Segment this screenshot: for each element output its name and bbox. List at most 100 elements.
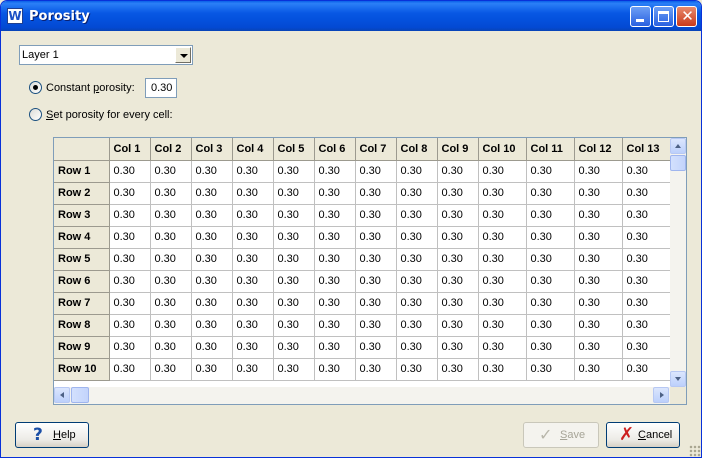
- grid-cell[interactable]: 0.30: [526, 314, 575, 337]
- grid-cell[interactable]: 0.30: [355, 204, 397, 227]
- minimize-button[interactable]: [630, 6, 651, 27]
- row-header[interactable]: Row 8: [54, 314, 110, 337]
- grid-cell[interactable]: 0.30: [273, 336, 315, 359]
- grid-cell[interactable]: 0.30: [109, 314, 151, 337]
- grid-cell[interactable]: 0.30: [273, 270, 315, 293]
- grid-cell[interactable]: 0.30: [355, 270, 397, 293]
- grid-cell[interactable]: 0.30: [232, 204, 274, 227]
- grid-cell[interactable]: 0.30: [574, 204, 623, 227]
- grid-cell[interactable]: 0.30: [478, 248, 527, 271]
- grid-cell[interactable]: 0.30: [355, 358, 397, 381]
- column-header[interactable]: Col 9: [437, 138, 479, 161]
- row-header[interactable]: Row 4: [54, 226, 110, 249]
- grid-cell[interactable]: 0.30: [314, 248, 356, 271]
- grid-cell[interactable]: 0.30: [396, 314, 438, 337]
- row-header[interactable]: Row 9: [54, 336, 110, 359]
- grid-cell[interactable]: 0.30: [622, 160, 671, 183]
- column-header[interactable]: Col 4: [232, 138, 274, 161]
- grid-cell[interactable]: 0.30: [437, 204, 479, 227]
- grid-cell[interactable]: 0.30: [478, 292, 527, 315]
- grid-cell[interactable]: 0.30: [232, 248, 274, 271]
- grid-cell[interactable]: 0.30: [526, 160, 575, 183]
- grid-cell[interactable]: 0.30: [478, 314, 527, 337]
- grid-cell[interactable]: 0.30: [396, 248, 438, 271]
- grid-cell[interactable]: 0.30: [232, 160, 274, 183]
- grid-cell[interactable]: 0.30: [526, 292, 575, 315]
- grid-cell[interactable]: 0.30: [314, 204, 356, 227]
- grid-cell[interactable]: 0.30: [191, 314, 233, 337]
- grid-cell[interactable]: 0.30: [574, 248, 623, 271]
- grid-cell[interactable]: 0.30: [232, 270, 274, 293]
- grid-cell[interactable]: 0.30: [437, 248, 479, 271]
- column-header[interactable]: Col 12: [574, 138, 623, 161]
- column-header[interactable]: Col 10: [478, 138, 527, 161]
- column-header[interactable]: Col 7: [355, 138, 397, 161]
- vertical-scrollbar[interactable]: [670, 138, 686, 387]
- grid-cell[interactable]: 0.30: [191, 270, 233, 293]
- grid-cell[interactable]: 0.30: [396, 160, 438, 183]
- constant-porosity-input[interactable]: 0.30: [145, 78, 177, 98]
- grid-cell[interactable]: 0.30: [526, 204, 575, 227]
- grid-cell[interactable]: 0.30: [150, 270, 192, 293]
- grid-cell[interactable]: 0.30: [314, 336, 356, 359]
- grid-cell[interactable]: 0.30: [478, 358, 527, 381]
- scroll-left-button[interactable]: [54, 387, 70, 403]
- grid-cell[interactable]: 0.30: [396, 270, 438, 293]
- grid-cell[interactable]: 0.30: [574, 226, 623, 249]
- grid-cell[interactable]: 0.30: [109, 270, 151, 293]
- grid-cell[interactable]: 0.30: [273, 204, 315, 227]
- grid-cell[interactable]: 0.30: [526, 248, 575, 271]
- grid-cell[interactable]: 0.30: [273, 292, 315, 315]
- grid-cell[interactable]: 0.30: [150, 248, 192, 271]
- row-header[interactable]: Row 3: [54, 204, 110, 227]
- grid-cell[interactable]: 0.30: [437, 314, 479, 337]
- grid-cell[interactable]: 0.30: [191, 182, 233, 205]
- grid-cell[interactable]: 0.30: [574, 182, 623, 205]
- close-button[interactable]: ✕: [676, 6, 697, 27]
- grid-cell[interactable]: 0.30: [622, 248, 671, 271]
- grid-cell[interactable]: 0.30: [314, 358, 356, 381]
- grid-cell[interactable]: 0.30: [526, 336, 575, 359]
- grid-cell[interactable]: 0.30: [478, 226, 527, 249]
- grid-cell[interactable]: 0.30: [437, 182, 479, 205]
- grid-cell[interactable]: 0.30: [526, 270, 575, 293]
- grid-cell[interactable]: 0.30: [191, 160, 233, 183]
- grid-cell[interactable]: 0.30: [191, 358, 233, 381]
- row-header[interactable]: Row 6: [54, 270, 110, 293]
- grid-cell[interactable]: 0.30: [355, 160, 397, 183]
- grid-cell[interactable]: 0.30: [109, 336, 151, 359]
- grid-cell[interactable]: 0.30: [526, 182, 575, 205]
- grid-cell[interactable]: 0.30: [273, 314, 315, 337]
- grid-cell[interactable]: 0.30: [396, 292, 438, 315]
- grid-cell[interactable]: 0.30: [396, 226, 438, 249]
- grid-cell[interactable]: 0.30: [273, 182, 315, 205]
- grid-cell[interactable]: 0.30: [109, 292, 151, 315]
- constant-porosity-label[interactable]: Constant porosity:: [46, 82, 135, 94]
- grid-cell[interactable]: 0.30: [622, 270, 671, 293]
- grid-cell[interactable]: 0.30: [109, 248, 151, 271]
- grid-cell[interactable]: 0.30: [622, 358, 671, 381]
- grid-cell[interactable]: 0.30: [437, 336, 479, 359]
- grid-cell[interactable]: 0.30: [273, 226, 315, 249]
- grid-cell[interactable]: 0.30: [437, 226, 479, 249]
- grid-cell[interactable]: 0.30: [478, 160, 527, 183]
- grid-cell[interactable]: 0.30: [622, 292, 671, 315]
- grid-cell[interactable]: 0.30: [314, 160, 356, 183]
- grid-cell[interactable]: 0.30: [396, 336, 438, 359]
- grid-cell[interactable]: 0.30: [191, 226, 233, 249]
- grid-cell[interactable]: 0.30: [232, 226, 274, 249]
- column-header[interactable]: Col 8: [396, 138, 438, 161]
- grid-cell[interactable]: 0.30: [478, 204, 527, 227]
- grid-cell[interactable]: 0.30: [355, 226, 397, 249]
- grid-cell[interactable]: 0.30: [355, 336, 397, 359]
- grid-cell[interactable]: 0.30: [396, 358, 438, 381]
- grid-cell[interactable]: 0.30: [526, 226, 575, 249]
- resize-grip[interactable]: [689, 445, 701, 457]
- row-header[interactable]: Row 5: [54, 248, 110, 271]
- every-cell-porosity-radio[interactable]: [29, 108, 42, 121]
- column-header[interactable]: Col 5: [273, 138, 315, 161]
- title-bar[interactable]: W Porosity ✕: [1, 1, 701, 31]
- row-header[interactable]: Row 2: [54, 182, 110, 205]
- grid-cell[interactable]: 0.30: [622, 226, 671, 249]
- grid-cell[interactable]: 0.30: [355, 292, 397, 315]
